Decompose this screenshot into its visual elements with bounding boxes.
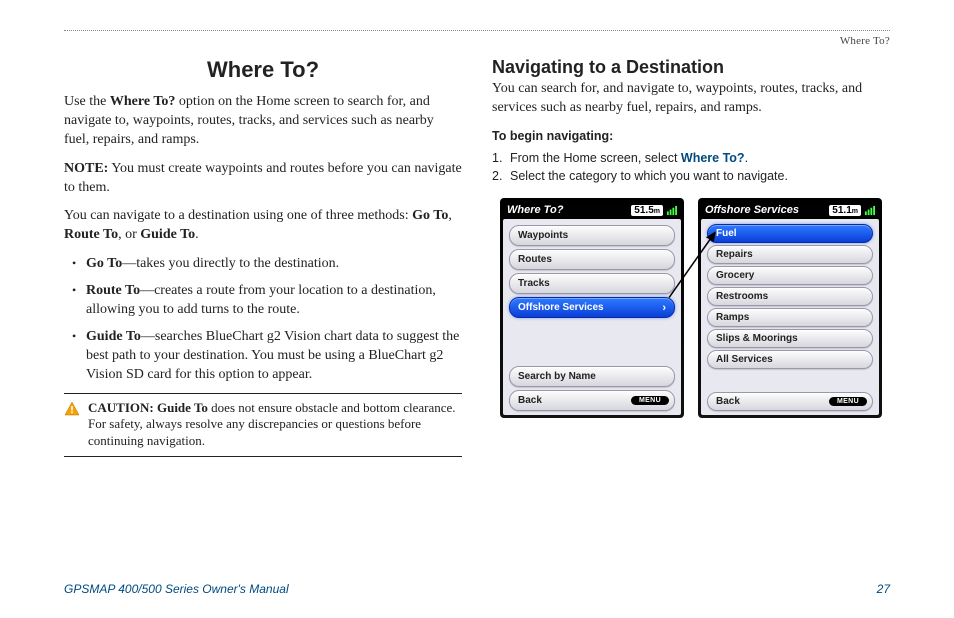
menu-slips-moorings[interactable]: Slips & Moorings	[707, 329, 873, 348]
note-label: NOTE:	[64, 161, 108, 176]
btn-label: Ramps	[716, 312, 749, 323]
menu-back[interactable]: Back MENU	[707, 392, 873, 411]
step-item: Select the category to which you want to…	[492, 167, 890, 186]
depth-badge: 51.5m	[631, 205, 663, 216]
menu-search-by-name[interactable]: Search by Name	[509, 366, 675, 387]
btn-label: Fuel	[716, 228, 737, 239]
text-bold: Where To?	[110, 94, 175, 109]
depth-value: 51.5	[634, 205, 653, 216]
chevron-right-icon: ›	[662, 302, 666, 314]
menu-waypoints[interactable]: Waypoints	[509, 225, 675, 246]
step-text: From the Home screen, select	[510, 151, 681, 165]
btn-label: Repairs	[716, 249, 753, 260]
menu-all-services[interactable]: All Services	[707, 350, 873, 369]
menu-tracks[interactable]: Tracks	[509, 273, 675, 294]
text: Use the	[64, 94, 110, 109]
btn-label: All Services	[716, 354, 773, 365]
page-footer: GPSMAP 400/500 Series Owner's Manual 27	[64, 582, 890, 596]
bullet-list: Go To—takes you directly to the destinat…	[68, 255, 462, 384]
caution-text: CAUTION: Guide To does not ensure obstac…	[88, 400, 462, 451]
caution-label: CAUTION: Guide To	[88, 400, 208, 415]
footer-page-number: 27	[877, 582, 890, 596]
note-text: You must create waypoints and routes bef…	[64, 161, 462, 195]
page-title: Where To?	[64, 57, 462, 83]
device-screen: Waypoints Routes Tracks Offshore Service…	[503, 219, 681, 415]
note-paragraph: NOTE: You must create waypoints and rout…	[64, 160, 462, 198]
device-offshore-services: Offshore Services 51.1m Fuel Repairs Gro…	[698, 198, 882, 418]
bullet-item: Go To—takes you directly to the destinat…	[68, 255, 462, 274]
menu-pill: MENU	[829, 397, 867, 406]
device-topbar: Where To? 51.5m	[503, 201, 681, 219]
depth-value: 51.1	[832, 205, 851, 216]
btn-label: Slips & Moorings	[716, 333, 798, 344]
text-bold: Guide To	[140, 227, 195, 242]
bullet-label: Go To	[86, 256, 122, 271]
text: ,	[448, 208, 452, 223]
text: .	[195, 227, 199, 242]
btn-label: Back	[518, 395, 542, 406]
bullet-label: Guide To	[86, 329, 141, 344]
section-intro: You can search for, and navigate to, way…	[492, 80, 890, 118]
menu-routes[interactable]: Routes	[509, 249, 675, 270]
bullet-text: —takes you directly to the destination.	[122, 256, 339, 271]
satellite-icon	[864, 205, 875, 216]
menu-fuel[interactable]: Fuel	[707, 224, 873, 243]
device-where-to: Where To? 51.5m Waypoints Routes Tracks …	[500, 198, 684, 418]
menu-offshore-services[interactable]: Offshore Services ›	[509, 297, 675, 318]
menu-grocery[interactable]: Grocery	[707, 266, 873, 285]
content-columns: Where To? Use the Where To? option on th…	[64, 57, 890, 457]
text: , or	[118, 227, 140, 242]
menu-pill: MENU	[631, 396, 669, 405]
page: Where To? Where To? Use the Where To? op…	[0, 0, 954, 457]
menu-ramps[interactable]: Ramps	[707, 308, 873, 327]
depth-badge: 51.1m	[829, 205, 861, 216]
footer-manual-title: GPSMAP 400/500 Series Owner's Manual	[64, 582, 289, 596]
bullet-text: —searches BlueChart g2 Vision chart data…	[86, 329, 459, 382]
satellite-icon	[666, 205, 677, 216]
text-bold: Go To	[412, 208, 448, 223]
device-title: Offshore Services	[705, 204, 799, 216]
step-text: .	[745, 151, 748, 165]
btn-label: Back	[716, 396, 740, 407]
bullet-item: Guide To—searches BlueChart g2 Vision ch…	[68, 328, 462, 385]
steps-heading: To begin navigating:	[492, 128, 890, 147]
header-breadcrumb: Where To?	[64, 30, 890, 57]
btn-label: Restrooms	[716, 291, 768, 302]
caution-icon	[64, 401, 80, 451]
depth-unit: m	[654, 208, 660, 215]
device-screenshots: Where To? 51.5m Waypoints Routes Tracks …	[492, 198, 890, 418]
steps-heading-label: To begin navigating:	[492, 129, 613, 143]
menu-back[interactable]: Back MENU	[509, 390, 675, 411]
btn-label: Routes	[518, 254, 552, 265]
btn-label: Waypoints	[518, 230, 568, 241]
right-column: Navigating to a Destination You can sear…	[492, 57, 890, 457]
menu-restrooms[interactable]: Restrooms	[707, 287, 873, 306]
bullet-item: Route To—creates a route from your locat…	[68, 282, 462, 320]
intro-paragraph: Use the Where To? option on the Home scr…	[64, 93, 462, 150]
device-screen: Fuel Repairs Grocery Restrooms Ramps Sli…	[701, 219, 879, 415]
section-heading: Navigating to a Destination	[492, 57, 890, 78]
caution-box: CAUTION: Guide To does not ensure obstac…	[64, 393, 462, 458]
device-title: Where To?	[507, 204, 563, 216]
steps-list: From the Home screen, select Where To?. …	[492, 149, 890, 187]
bullet-label: Route To	[86, 283, 140, 298]
text: You can navigate to a destination using …	[64, 208, 412, 223]
left-column: Where To? Use the Where To? option on th…	[64, 57, 462, 457]
text-bold: Route To	[64, 227, 118, 242]
methods-paragraph: You can navigate to a destination using …	[64, 207, 462, 245]
btn-label: Search by Name	[518, 371, 596, 382]
menu-repairs[interactable]: Repairs	[707, 245, 873, 264]
btn-label: Offshore Services	[518, 302, 604, 313]
step-item: From the Home screen, select Where To?.	[492, 149, 890, 168]
btn-label: Grocery	[716, 270, 754, 281]
step-link: Where To?	[681, 151, 745, 165]
depth-unit: m	[852, 208, 858, 215]
btn-label: Tracks	[518, 278, 550, 289]
device-topbar: Offshore Services 51.1m	[701, 201, 879, 219]
